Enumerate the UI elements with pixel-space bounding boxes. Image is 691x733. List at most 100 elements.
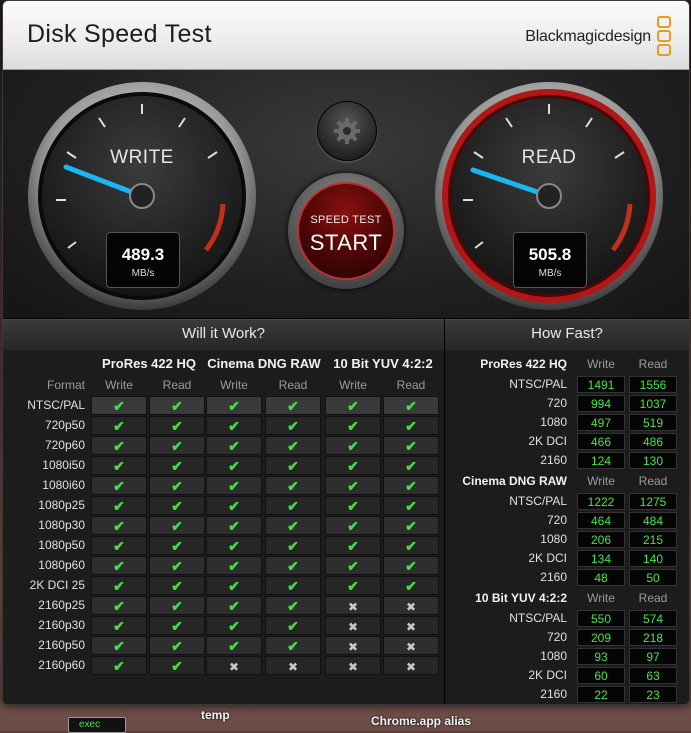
read-fps-value: 50: [629, 569, 677, 586]
check-icon: ✔: [325, 516, 381, 535]
checkmark-glyph: ✔: [228, 458, 240, 474]
checkmark-glyph: ✔: [405, 478, 417, 494]
check-icon: ✔: [206, 596, 262, 615]
checkmark-glyph: ✔: [113, 518, 125, 534]
desktop-item-chrome-alias-label[interactable]: Chrome.app alias: [371, 714, 471, 728]
titlebar[interactable]: Disk Speed Test Blackmagicdesign: [3, 1, 689, 70]
how-fast-row-label: 2160: [540, 453, 567, 467]
checkmark-glyph: ✔: [171, 558, 183, 574]
read-fps-value: 1556: [629, 376, 677, 393]
check-icon: ✔: [265, 416, 321, 435]
group-header: 10 Bit YUV 4:2:2: [333, 356, 433, 371]
checkmark-glyph: ✔: [347, 398, 359, 414]
check-icon: ✔: [325, 396, 381, 415]
cross-icon: ✖: [383, 616, 439, 635]
format-column-header: Format: [46, 378, 85, 392]
checkmark-glyph: ✔: [287, 538, 299, 554]
read-fps-value: 1275: [629, 493, 677, 510]
table-row: 1080p60 ✔ ✔ ✔ ✔ ✔ ✔: [3, 556, 444, 576]
how-fast-row-label: 1080: [540, 415, 567, 429]
x-glyph: ✖: [405, 640, 417, 654]
how-fast-group-header: 10 Bit YUV 4:2:2: [475, 591, 567, 605]
check-icon: ✔: [91, 396, 147, 415]
check-icon: ✔: [206, 436, 262, 455]
check-icon: ✔: [383, 576, 439, 595]
table-row: NTSC/PAL ✔ ✔ ✔ ✔ ✔ ✔: [3, 396, 444, 416]
format-label: 2160p30: [38, 618, 85, 632]
check-icon: ✔: [383, 416, 439, 435]
read-fps-value: 484: [629, 512, 677, 529]
check-icon: ✔: [265, 616, 321, 635]
checkmark-glyph: ✔: [228, 638, 240, 654]
checkmark-glyph: ✔: [287, 438, 299, 454]
check-icon: ✔: [383, 496, 439, 515]
check-icon: ✔: [149, 596, 205, 615]
format-label: 2160p25: [38, 598, 85, 612]
group-header: Cinema DNG RAW: [207, 356, 321, 371]
check-icon: ✔: [149, 396, 205, 415]
check-icon: ✔: [206, 616, 262, 635]
check-icon: ✔: [206, 576, 262, 595]
check-icon: ✔: [265, 636, 321, 655]
how-fast-write-header: Write: [587, 591, 615, 605]
check-icon: ✔: [325, 456, 381, 475]
check-icon: ✔: [91, 636, 147, 655]
checkmark-glyph: ✔: [171, 418, 183, 434]
group-header: ProRes 422 HQ: [102, 356, 196, 371]
how-fast-row-label: NTSC/PAL: [509, 611, 567, 625]
check-icon: ✔: [325, 536, 381, 555]
how-fast-row-label: 2K DCI: [528, 668, 567, 682]
how-fast-write-header: Write: [587, 474, 615, 488]
write-fps-value: 466: [577, 433, 625, 450]
how-fast-row-label: 720: [546, 630, 567, 644]
settings-button[interactable]: [317, 101, 377, 161]
checkmark-glyph: ✔: [113, 598, 125, 614]
cross-icon: ✖: [265, 656, 321, 675]
checkmark-glyph: ✔: [113, 418, 125, 434]
how-fast-header: How Fast?: [445, 319, 689, 351]
check-icon: ✔: [383, 436, 439, 455]
checkmark-glyph: ✔: [347, 438, 359, 454]
write-gauge: WRITE 489.3 MB/s: [26, 80, 258, 312]
start-button[interactable]: SPEED TEST START: [288, 173, 404, 289]
check-icon: ✔: [149, 516, 205, 535]
check-icon: ✔: [325, 416, 381, 435]
check-icon: ✔: [265, 516, 321, 535]
checkmark-glyph: ✔: [113, 438, 125, 454]
write-speed-value: 489.3: [121, 245, 165, 264]
checkmark-glyph: ✔: [113, 458, 125, 474]
write-gauge-label: WRITE: [110, 147, 174, 168]
check-icon: ✔: [325, 496, 381, 515]
write-fps-value: 497: [577, 414, 625, 431]
cross-icon: ✖: [325, 636, 381, 655]
checkmark-glyph: ✔: [171, 458, 183, 474]
checkmark-glyph: ✔: [287, 618, 299, 634]
check-icon: ✔: [383, 516, 439, 535]
check-icon: ✔: [91, 436, 147, 455]
how-fast-row-label: NTSC/PAL: [509, 494, 567, 508]
brand-logo-icon: [657, 16, 671, 58]
check-icon: ✔: [149, 436, 205, 455]
checkmark-glyph: ✔: [171, 438, 183, 454]
checkmark-glyph: ✔: [228, 538, 240, 554]
checkmark-glyph: ✔: [347, 538, 359, 554]
checkmark-glyph: ✔: [347, 558, 359, 574]
check-icon: ✔: [206, 516, 262, 535]
table-row: 2K DCI 25 ✔ ✔ ✔ ✔ ✔ ✔: [3, 576, 444, 596]
table-row: 1080i50 ✔ ✔ ✔ ✔ ✔ ✔: [3, 456, 444, 476]
check-icon: ✔: [265, 496, 321, 515]
checkmark-glyph: ✔: [347, 418, 359, 434]
write-column-header: Write: [339, 378, 367, 392]
how-fast-read-header: Read: [638, 591, 668, 605]
checkmark-glyph: ✔: [171, 538, 183, 554]
checkmark-glyph: ✔: [113, 658, 125, 674]
brand-name: Blackmagicdesign: [525, 28, 651, 45]
checkmark-glyph: ✔: [228, 598, 240, 614]
write-fps-value: 464: [577, 512, 625, 529]
exec-label: exec: [79, 719, 101, 730]
desktop-item-temp-label[interactable]: temp: [201, 708, 230, 722]
table-row: 1080p50 ✔ ✔ ✔ ✔ ✔ ✔: [3, 536, 444, 556]
x-glyph: ✖: [347, 640, 359, 654]
read-gauge-label: READ: [521, 147, 577, 168]
format-label: 1080p25: [38, 498, 85, 512]
